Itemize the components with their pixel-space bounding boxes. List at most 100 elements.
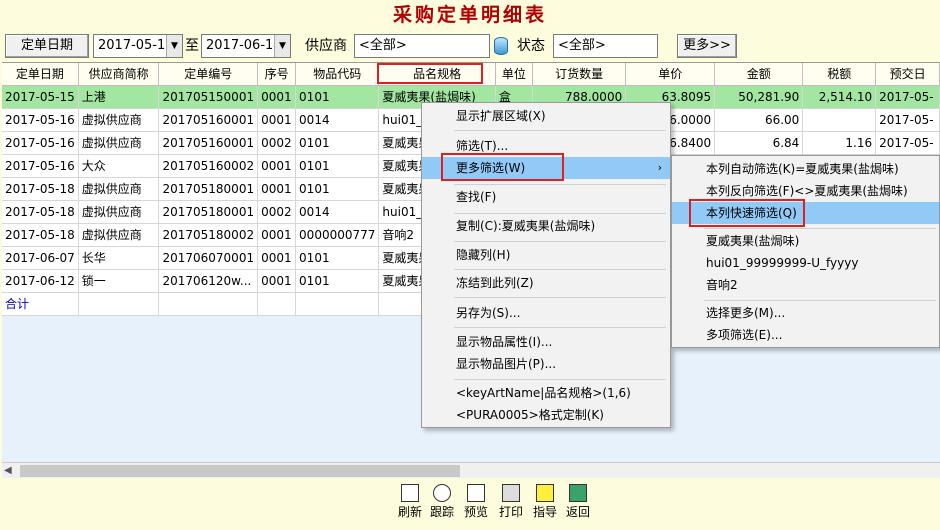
- table-cell: 50,281.90: [714, 85, 804, 109]
- table-cell: 201706120w...: [158, 269, 259, 293]
- menu-item-freeze[interactable]: 冻结到此列(Z): [422, 272, 670, 294]
- column-header[interactable]: 预交日: [875, 63, 940, 86]
- menu-item-format-custom[interactable]: <PURA0005>格式定制(K): [422, 404, 670, 426]
- menu-item-item-image[interactable]: 显示物品图片(P)...: [422, 353, 670, 375]
- date-to-value: 2017-06-14: [206, 38, 282, 53]
- supplier-input[interactable]: <全部>: [354, 34, 490, 58]
- status-input[interactable]: <全部>: [553, 34, 658, 58]
- table-cell: 201705180002: [158, 223, 259, 247]
- table-cell: 虚拟供应商: [78, 177, 160, 201]
- table-cell: 1.16: [802, 131, 877, 155]
- menu-separator: [454, 184, 666, 185]
- submenu-arrow-icon: ›: [657, 161, 662, 174]
- exit-icon: [569, 484, 587, 502]
- preview-button[interactable]: 预览: [463, 482, 489, 526]
- menu-separator: [454, 297, 666, 298]
- column-header[interactable]: 定单日期: [2, 63, 79, 86]
- submenu-item-select-more[interactable]: 选择更多(M)...: [672, 302, 939, 324]
- table-cell: 0014: [295, 108, 380, 132]
- menu-separator: [704, 228, 936, 229]
- help-button[interactable]: 指导: [532, 482, 558, 526]
- help-icon: [536, 484, 554, 502]
- menu-item-copy[interactable]: 复制(C):夏威夷果(盐焗味): [422, 215, 670, 237]
- date-from-value: 2017-05-15: [98, 38, 174, 53]
- table-cell: [802, 108, 877, 132]
- table-cell: [257, 292, 297, 316]
- scroll-left-icon[interactable]: ◀: [4, 463, 12, 479]
- refresh-button[interactable]: 刷新: [397, 482, 423, 526]
- table-cell: 2017-05-: [875, 108, 940, 132]
- table-cell: 大众: [78, 154, 160, 178]
- more-button[interactable]: 更多>>: [677, 34, 737, 58]
- submenu-item-auto-filter[interactable]: 本列自动筛选(K)=夏威夷果(盐焗味): [672, 158, 939, 180]
- column-header[interactable]: 单位: [495, 63, 533, 86]
- tool-label: 返回: [565, 505, 590, 519]
- table-cell: 0001: [257, 108, 297, 132]
- table-cell: 长华: [78, 246, 160, 270]
- exit-button[interactable]: 返回: [565, 482, 591, 526]
- menu-separator: [454, 130, 666, 131]
- column-header[interactable]: 序号: [257, 63, 297, 86]
- tool-label: 指导: [532, 505, 557, 519]
- column-header[interactable]: 单价: [625, 63, 716, 86]
- menu-separator: [454, 213, 666, 214]
- menu-separator: [704, 300, 936, 301]
- scrollbar-thumb[interactable]: [20, 465, 460, 477]
- table-cell: 2017-05-18: [2, 200, 79, 224]
- column-header[interactable]: 定单编号: [158, 63, 259, 86]
- table-cell: 2017-05-16: [2, 131, 79, 155]
- horizontal-scrollbar[interactable]: ◀: [2, 462, 940, 478]
- table-cell: 0001: [257, 85, 297, 109]
- tool-label: 打印: [498, 505, 523, 519]
- table-cell: 0001: [257, 154, 297, 178]
- chevron-down-icon[interactable]: ▼: [166, 35, 182, 57]
- tool-label: 预览: [463, 505, 488, 519]
- table-cell: 2017-05-: [875, 85, 940, 109]
- table-cell: 2017-05-18: [2, 223, 79, 247]
- table-cell: 2017-06-12: [2, 269, 79, 293]
- track-button[interactable]: 跟踪: [429, 482, 455, 526]
- supplier-label: 供应商: [305, 38, 347, 54]
- menu-item-show-extended[interactable]: 显示扩展区域(X): [422, 105, 670, 127]
- table-cell: 201706070001: [158, 246, 259, 270]
- table-cell: 0002: [257, 131, 297, 155]
- table-cell: 0101: [295, 246, 380, 270]
- submenu-item-value[interactable]: 音响2: [672, 274, 939, 296]
- table-cell: 201705160002: [158, 154, 259, 178]
- submenu-item-value[interactable]: 夏威夷果(盐焗味): [672, 230, 939, 252]
- filter-bar: 定单日期 2017-05-15 ▼ 至 2017-06-14 ▼ 供应商 <全部…: [0, 30, 940, 62]
- table-cell: 2017-05-15: [2, 85, 79, 109]
- date-to-select[interactable]: 2017-06-14 ▼: [201, 34, 291, 58]
- table-cell: 0001: [257, 223, 297, 247]
- submenu-item-multi-filter[interactable]: 多项筛选(E)...: [672, 324, 939, 346]
- menu-item-item-properties[interactable]: 显示物品属性(I)...: [422, 331, 670, 353]
- database-icon[interactable]: [494, 37, 508, 55]
- date-from-select[interactable]: 2017-05-15 ▼: [93, 34, 183, 58]
- context-menu: 显示扩展区域(X) 筛选(T)... 更多筛选(W) › 查找(F) 复制(C)…: [421, 102, 671, 428]
- column-header[interactable]: 金额: [714, 63, 804, 86]
- menu-item-save-as[interactable]: 另存为(S)...: [422, 302, 670, 324]
- column-header[interactable]: 物品代码: [295, 63, 380, 86]
- table-cell: 0101: [295, 269, 380, 293]
- total-label: 合计: [2, 292, 79, 316]
- menu-item-find[interactable]: 查找(F): [422, 186, 670, 208]
- submenu-item-value[interactable]: hui01_99999999-U_fyyyy: [672, 252, 939, 274]
- to-label: 至: [185, 38, 199, 54]
- table-cell: 0101: [295, 177, 380, 201]
- table-cell: 201705160001: [158, 131, 259, 155]
- print-button[interactable]: 打印: [498, 482, 524, 526]
- column-header[interactable]: 供应商简称: [78, 63, 160, 86]
- chevron-down-icon[interactable]: ▼: [274, 35, 290, 57]
- column-header[interactable]: 税额: [802, 63, 877, 86]
- table-cell: 6.84: [714, 131, 804, 155]
- order-date-button[interactable]: 定单日期: [5, 34, 89, 58]
- column-header[interactable]: 订货数量: [532, 63, 627, 86]
- menu-item-key-info[interactable]: <keyArtName|品名规格>(1,6): [422, 382, 670, 404]
- menu-separator: [454, 379, 666, 380]
- table-cell: 66.00: [714, 108, 804, 132]
- tool-label: 跟踪: [429, 505, 454, 519]
- table-cell: 虚拟供应商: [78, 131, 160, 155]
- table-cell: 201705180001: [158, 200, 259, 224]
- menu-item-hide-column[interactable]: 隐藏列(H): [422, 244, 670, 266]
- table-cell: [295, 292, 380, 316]
